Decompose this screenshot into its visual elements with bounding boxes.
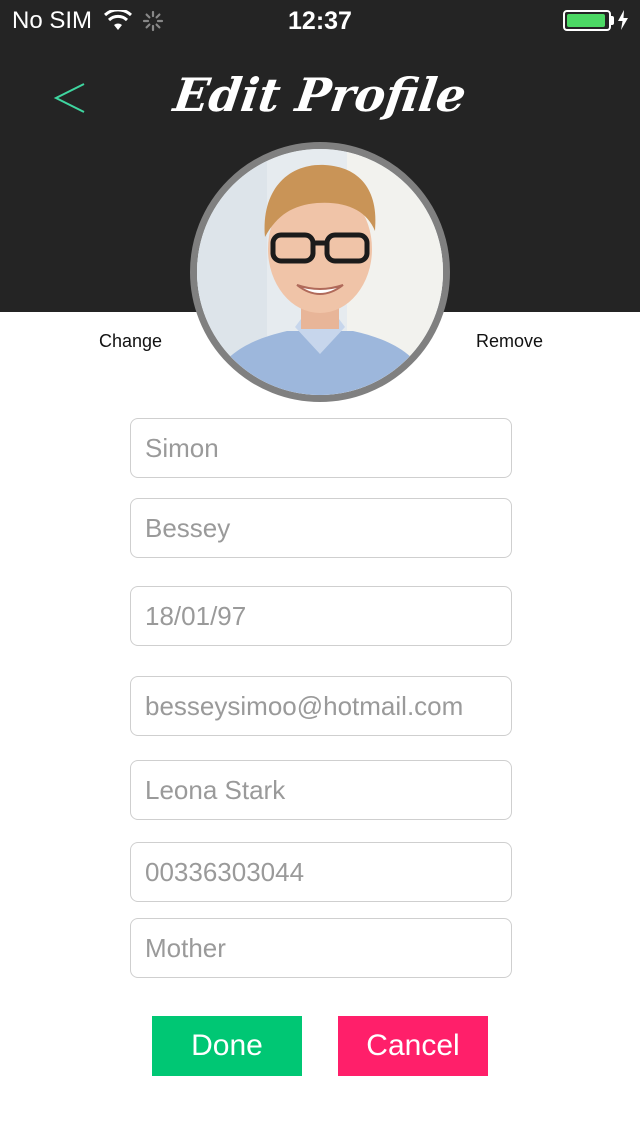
profile-photo <box>197 149 443 395</box>
last-name-field[interactable] <box>130 498 512 558</box>
status-time: 12:37 <box>288 7 352 35</box>
birth-date-field[interactable] <box>130 586 512 646</box>
status-bar: No SIM 12:37 <box>0 0 640 40</box>
remove-photo-button[interactable]: Remove <box>476 330 543 352</box>
battery-level-fill <box>567 14 605 27</box>
emergency-contact-phone-field[interactable] <box>130 842 512 902</box>
battery-icon <box>563 10 611 31</box>
first-name-field[interactable] <box>130 418 512 478</box>
email-field[interactable] <box>130 676 512 736</box>
page-title: Edit Profile <box>170 68 470 122</box>
relationship-field[interactable] <box>130 918 512 978</box>
battery-cap <box>611 16 614 25</box>
avatar[interactable] <box>190 142 450 402</box>
change-photo-button[interactable]: Change <box>99 330 162 352</box>
charging-bolt-icon <box>618 10 628 30</box>
cancel-button[interactable]: Cancel <box>338 1016 488 1076</box>
emergency-contact-name-field[interactable] <box>130 760 512 820</box>
done-button[interactable]: Done <box>152 1016 302 1076</box>
